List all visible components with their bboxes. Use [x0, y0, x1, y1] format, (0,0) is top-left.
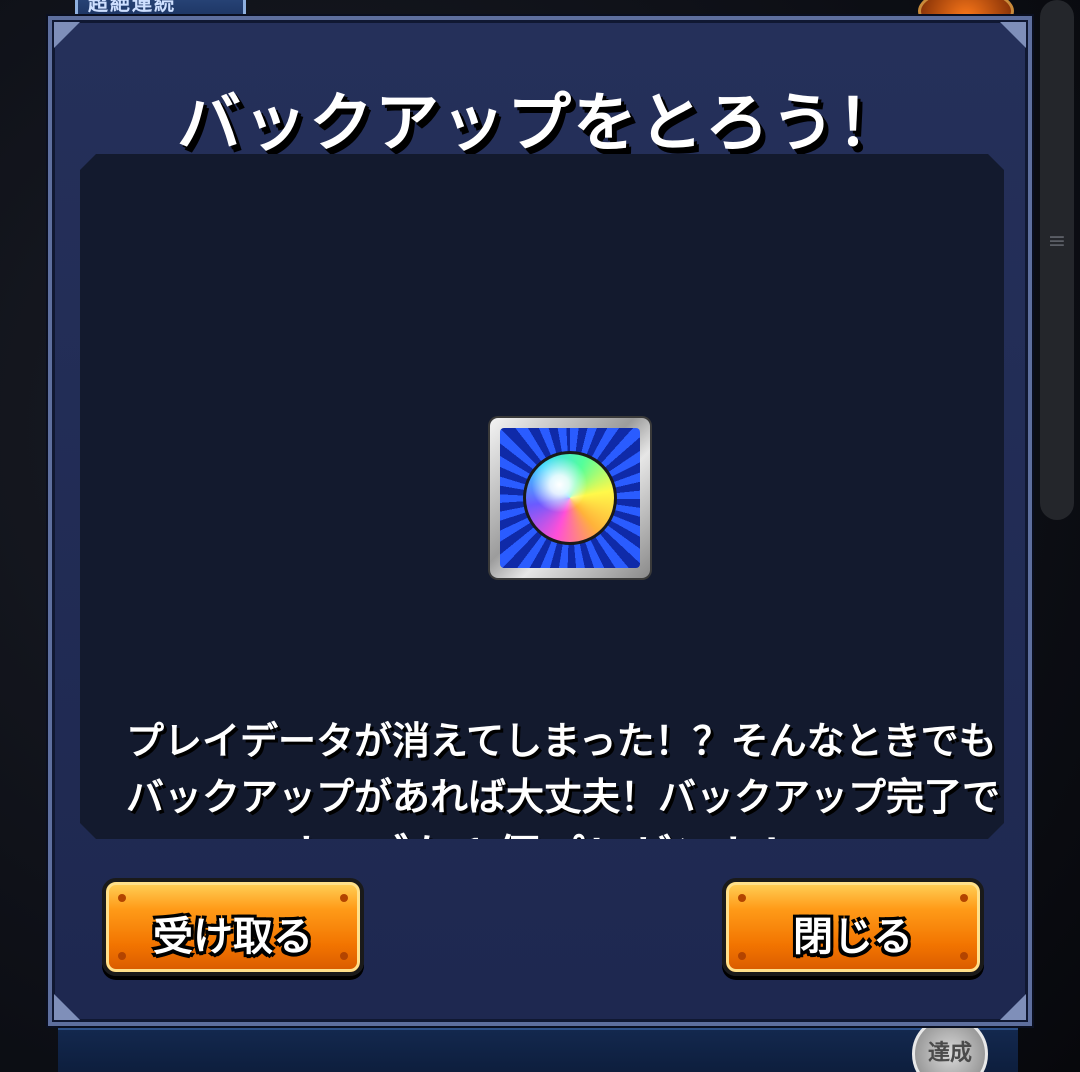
background-banner-text: 超絶連続: [88, 0, 176, 15]
receive-button[interactable]: 受け取る: [102, 878, 364, 976]
dialog-corner: [54, 22, 80, 48]
achievement-badge-text: 達成: [927, 1041, 972, 1066]
orb-icon: [523, 451, 617, 545]
message-line-2: バックアップがあれば大丈夫！バックアップ完了で: [126, 775, 1001, 819]
button-stud: [960, 894, 968, 902]
close-button-label: 閉じる: [793, 914, 913, 960]
dialog-corner: [54, 994, 80, 1020]
reward-item-frame: [490, 418, 650, 578]
background-bottom-strip: [58, 1028, 1018, 1072]
button-stud: [340, 894, 348, 902]
button-stud: [738, 894, 746, 902]
message-line-1: プレイデータが消えてしまった！？そんなときでも: [126, 719, 997, 763]
button-stud: [118, 894, 126, 902]
content-panel: プレイデータが消えてしまった！？そんなときでも バックアップがあれば大丈夫！バッ…: [80, 154, 1004, 839]
game-screen: 超絶連続 達成 ≡ バックアップをとろう！ プレイデータが消えてしまった！？そん…: [0, 0, 1080, 1072]
message-line-3: オーブを１個プレゼント！: [279, 831, 805, 882]
dialog-title: バックアップをとろう！: [177, 87, 903, 161]
scroll-handle-icon[interactable]: ≡: [1045, 231, 1069, 284]
close-button[interactable]: 閉じる: [722, 878, 984, 976]
reward-item-background: [500, 428, 640, 568]
backup-dialog: バックアップをとろう！ プレイデータが消えてしまった！？そんなときでも バックア…: [48, 16, 1032, 1026]
receive-button-label: 受け取る: [153, 914, 313, 960]
dialog-corner: [1000, 994, 1026, 1020]
dialog-corner: [1000, 22, 1026, 48]
